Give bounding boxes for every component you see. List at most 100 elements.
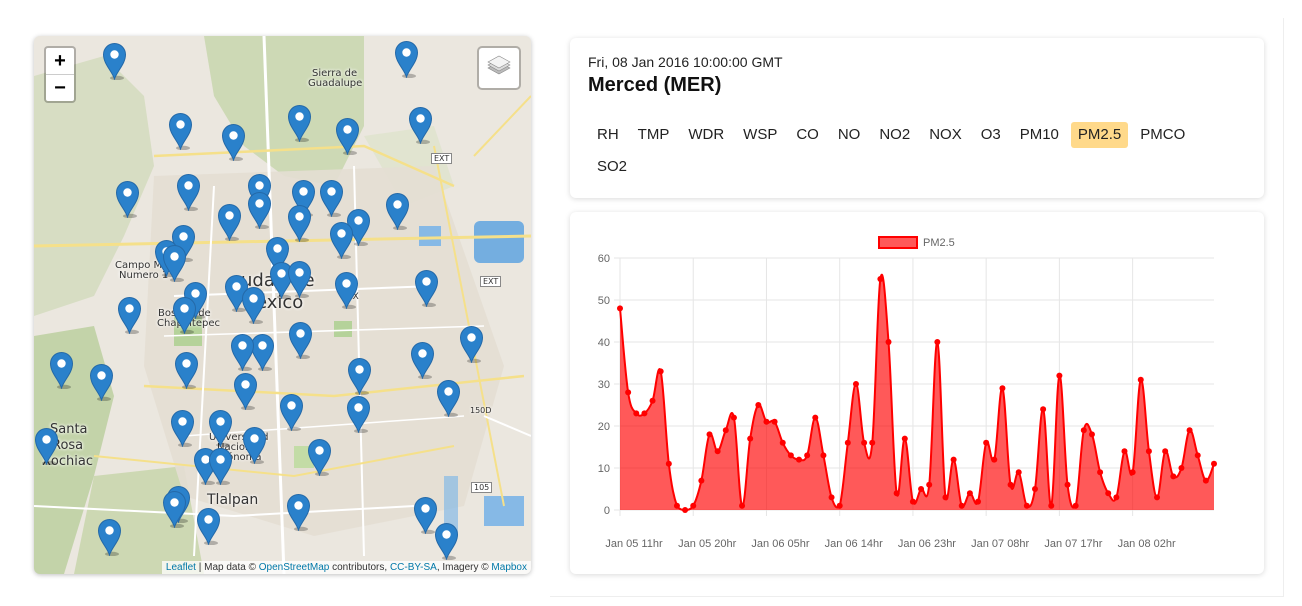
data-point[interactable]: [828, 494, 835, 501]
data-point[interactable]: [812, 414, 819, 421]
map-pin-icon[interactable]: [385, 192, 410, 231]
tab-o3[interactable]: O3: [974, 122, 1008, 148]
data-point[interactable]: [1015, 469, 1022, 476]
map-pin-icon[interactable]: [434, 522, 459, 561]
data-point[interactable]: [714, 448, 721, 455]
data-point[interactable]: [1162, 448, 1169, 455]
data-point[interactable]: [1072, 502, 1079, 509]
data-point[interactable]: [730, 414, 737, 421]
data-point[interactable]: [1105, 490, 1112, 497]
data-point[interactable]: [999, 385, 1006, 392]
map-pin-icon[interactable]: [230, 333, 255, 372]
data-point[interactable]: [641, 410, 648, 417]
map-pin-icon[interactable]: [162, 490, 187, 529]
data-point[interactable]: [983, 439, 990, 446]
data-point[interactable]: [991, 456, 998, 463]
data-point[interactable]: [747, 435, 754, 442]
map-pin-icon[interactable]: [287, 260, 312, 299]
data-point[interactable]: [861, 439, 868, 446]
legend-label[interactable]: PM2.5: [923, 237, 955, 249]
map-pin-icon[interactable]: [307, 438, 332, 477]
map-pin-icon[interactable]: [346, 395, 371, 434]
data-point[interactable]: [958, 502, 965, 509]
data-point[interactable]: [1121, 448, 1128, 455]
data-point[interactable]: [787, 452, 794, 459]
data-point[interactable]: [1088, 431, 1095, 438]
map-pin-icon[interactable]: [288, 321, 313, 360]
data-point[interactable]: [690, 502, 697, 509]
data-point[interactable]: [918, 486, 925, 492]
tab-pm10[interactable]: PM10: [1013, 122, 1066, 148]
data-point[interactable]: [771, 418, 778, 425]
tab-no[interactable]: NO: [831, 122, 868, 148]
data-point[interactable]: [1064, 481, 1071, 488]
data-point[interactable]: [625, 389, 632, 396]
data-point[interactable]: [649, 397, 656, 404]
tab-pm25[interactable]: PM2.5: [1070, 122, 1129, 148]
data-point[interactable]: [1048, 502, 1055, 509]
data-point[interactable]: [885, 339, 892, 345]
map-pin-icon[interactable]: [115, 180, 140, 219]
map-pin-icon[interactable]: [329, 221, 354, 260]
map-pin-icon[interactable]: [168, 112, 193, 151]
tab-so2[interactable]: SO2: [590, 154, 634, 180]
data-point[interactable]: [844, 439, 851, 446]
data-point[interactable]: [1194, 452, 1201, 459]
layers-button[interactable]: [477, 46, 521, 90]
map-pin-icon[interactable]: [319, 179, 344, 218]
data-point[interactable]: [1113, 494, 1120, 501]
map-pin-icon[interactable]: [172, 296, 197, 335]
data-point[interactable]: [852, 381, 859, 387]
data-point[interactable]: [804, 452, 811, 459]
tab-nox[interactable]: NOX: [922, 122, 969, 148]
map-pin-icon[interactable]: [49, 351, 74, 390]
data-point[interactable]: [950, 456, 957, 463]
map-pin-icon[interactable]: [102, 42, 127, 81]
data-point[interactable]: [722, 427, 729, 434]
data-point[interactable]: [706, 431, 713, 438]
tab-rh[interactable]: RH: [590, 122, 626, 148]
legend-swatch[interactable]: [878, 236, 918, 249]
data-point[interactable]: [1040, 406, 1047, 413]
ccbysa-link[interactable]: CC-BY-SA: [390, 562, 437, 573]
data-point[interactable]: [926, 481, 933, 488]
tab-wdr[interactable]: WDR: [681, 122, 731, 148]
data-point[interactable]: [755, 402, 762, 408]
data-point[interactable]: [909, 498, 916, 505]
data-point[interactable]: [779, 439, 786, 446]
data-point[interactable]: [617, 305, 623, 312]
osm-link[interactable]: OpenStreetMap: [259, 562, 330, 573]
map-pin-icon[interactable]: [162, 244, 187, 283]
data-point[interactable]: [893, 490, 900, 497]
tab-co[interactable]: CO: [789, 122, 826, 148]
map-pin-icon[interactable]: [241, 286, 266, 325]
map-pin-icon[interactable]: [287, 204, 312, 243]
data-point[interactable]: [673, 502, 680, 509]
leaflet-link[interactable]: Leaflet: [166, 562, 196, 573]
map-pin-icon[interactable]: [334, 271, 359, 310]
tab-no2[interactable]: NO2: [872, 122, 917, 148]
data-point[interactable]: [975, 498, 982, 505]
map-pin-icon[interactable]: [436, 379, 461, 418]
data-point[interactable]: [1080, 427, 1087, 434]
data-point[interactable]: [1031, 486, 1038, 492]
map-pin-icon[interactable]: [410, 341, 435, 380]
map-pin-icon[interactable]: [196, 507, 221, 546]
map-pin-icon[interactable]: [335, 117, 360, 156]
tab-tmp[interactable]: TMP: [631, 122, 677, 148]
data-point[interactable]: [877, 276, 884, 282]
data-point[interactable]: [1202, 477, 1209, 484]
map-pin-icon[interactable]: [408, 106, 433, 145]
map-pin-icon[interactable]: [176, 173, 201, 212]
data-point[interactable]: [1170, 473, 1177, 480]
map-pin-icon[interactable]: [286, 493, 311, 532]
data-point[interactable]: [901, 435, 908, 442]
data-point[interactable]: [682, 507, 689, 513]
data-point[interactable]: [1178, 465, 1185, 471]
data-point[interactable]: [796, 456, 803, 463]
data-point[interactable]: [1211, 460, 1217, 467]
map-pin-icon[interactable]: [247, 191, 272, 230]
data-point[interactable]: [665, 460, 672, 467]
data-point[interactable]: [763, 418, 770, 425]
data-point[interactable]: [633, 410, 640, 417]
